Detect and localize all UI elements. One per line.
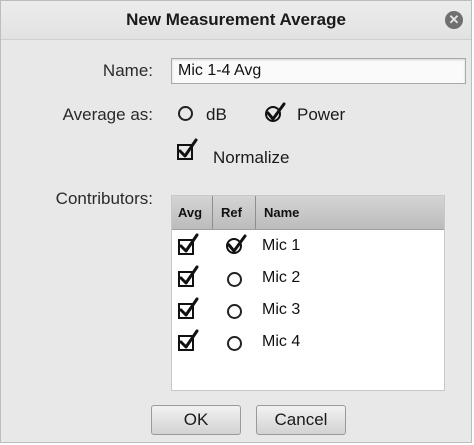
avg-checkbox-checked-icon[interactable] <box>177 265 201 289</box>
avg-checkbox-checked-icon[interactable] <box>177 233 201 257</box>
normalize-checkbox-icon[interactable] <box>176 138 200 162</box>
table-header: Avg Ref Name <box>172 196 444 230</box>
cancel-button[interactable]: Cancel <box>256 405 346 435</box>
dialog-title: New Measurement Average <box>126 10 346 29</box>
normalize-label: Normalize <box>213 148 290 167</box>
column-divider <box>212 196 213 229</box>
power-radio-checked-icon[interactable] <box>264 102 288 124</box>
ref-radio-checked-icon[interactable] <box>225 234 249 256</box>
close-icon[interactable]: ✕ <box>445 11 463 29</box>
table-row[interactable]: Mic 4 <box>172 327 444 359</box>
ok-button[interactable]: OK <box>151 405 241 435</box>
column-header-name[interactable]: Name <box>264 205 299 220</box>
name-label: Name: <box>102 61 153 80</box>
contributors-label: Contributors: <box>55 189 153 208</box>
ref-radio-icon[interactable] <box>227 304 242 319</box>
contributor-name: Mic 3 <box>262 301 301 318</box>
contributor-name: Mic 4 <box>262 333 301 350</box>
contributor-name: Mic 2 <box>262 269 301 286</box>
power-option-label: Power <box>297 105 346 124</box>
ref-radio-icon[interactable] <box>227 272 242 287</box>
avg-checkbox-checked-icon[interactable] <box>177 297 201 321</box>
table-row[interactable]: Mic 3 <box>172 295 444 327</box>
table-row[interactable]: Mic 1 <box>172 231 444 263</box>
db-option-label: dB <box>206 105 227 124</box>
column-divider <box>255 196 256 229</box>
ref-radio-icon[interactable] <box>227 336 242 351</box>
contributors-table: Avg Ref Name Mic 1 Mic 2 Mic 3 Mic 4 <box>171 195 445 391</box>
title-bar: New Measurement Average ✕ <box>1 1 471 40</box>
column-header-avg[interactable]: Avg <box>178 205 202 220</box>
average-as-label: Average as: <box>62 105 153 124</box>
avg-checkbox-checked-icon[interactable] <box>177 329 201 353</box>
name-input[interactable] <box>171 58 466 84</box>
column-header-ref[interactable]: Ref <box>221 205 242 220</box>
contributor-name: Mic 1 <box>262 237 301 254</box>
db-radio-icon[interactable] <box>178 106 193 121</box>
table-row[interactable]: Mic 2 <box>172 263 444 295</box>
new-measurement-average-dialog: New Measurement Average ✕ Name: Average … <box>0 0 472 443</box>
